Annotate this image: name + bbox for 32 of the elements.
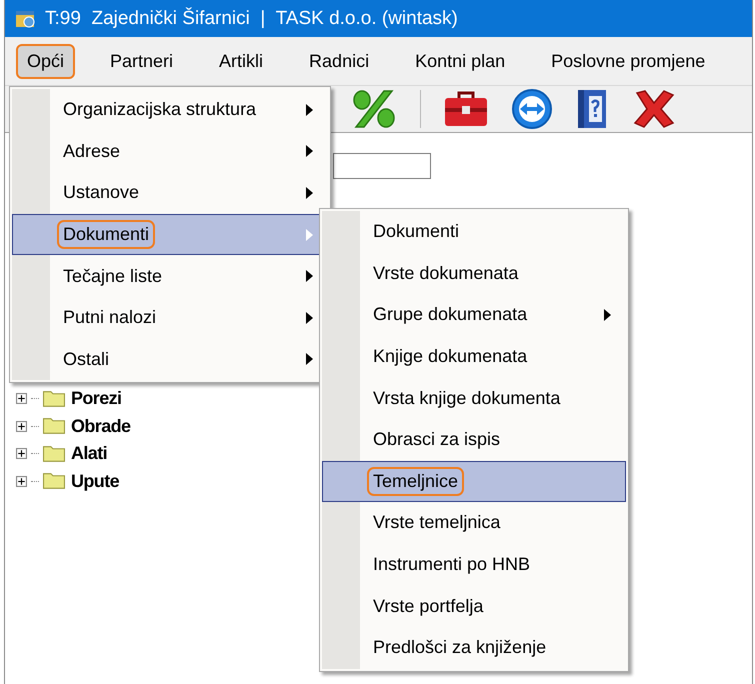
menu-bar-item[interactable]: Radnici (298, 44, 380, 78)
menu-item[interactable]: Vrste temeljnica (322, 502, 626, 544)
expand-icon[interactable] (16, 420, 27, 432)
window-title: T:99 Zajednički Šifarnici | TASK d.o.o. (wintask) (45, 8, 458, 30)
help-book-icon[interactable] (575, 88, 609, 130)
input-field[interactable] (333, 153, 431, 179)
expand-icon[interactable] (16, 476, 27, 487)
folder-icon (43, 473, 65, 490)
menu-item[interactable]: Adrese (12, 130, 328, 172)
menu-bar-item[interactable]: Poslovne promjene (540, 44, 716, 78)
tree-item[interactable]: Porezi (71, 388, 122, 410)
menu-item[interactable]: Vrste portfelja (322, 585, 626, 627)
close-icon[interactable] (631, 89, 677, 129)
tree-item[interactable]: Alati (71, 443, 108, 464)
menu-item[interactable]: Temeljnice (322, 460, 626, 502)
menu-bar-item[interactable]: Partneri (99, 44, 184, 78)
folder-icon (43, 390, 65, 407)
tree-item[interactable]: Upute (71, 470, 119, 492)
expand-icon[interactable] (16, 448, 27, 460)
menu-item[interactable]: Obrasci za ispis (322, 418, 626, 461)
toolbox-icon[interactable] (443, 90, 489, 128)
menu-item[interactable]: Instrumenti po HNB (322, 544, 626, 586)
arrow-circle-icon[interactable] (511, 88, 553, 130)
menu-bar-item[interactable]: Artikli (208, 44, 274, 78)
folder-icon (43, 418, 65, 434)
menu-item[interactable]: Ustanove (12, 172, 328, 214)
menu-bar-item[interactable]: Opći (16, 44, 76, 78)
folder-icon (43, 446, 65, 462)
menu-bar-item[interactable]: Kontni plan (404, 44, 516, 78)
tree-item[interactable]: Obrade (71, 416, 130, 437)
menu-item[interactable]: Predlošci za knjiženje (322, 626, 626, 669)
expand-icon[interactable] (16, 393, 27, 404)
